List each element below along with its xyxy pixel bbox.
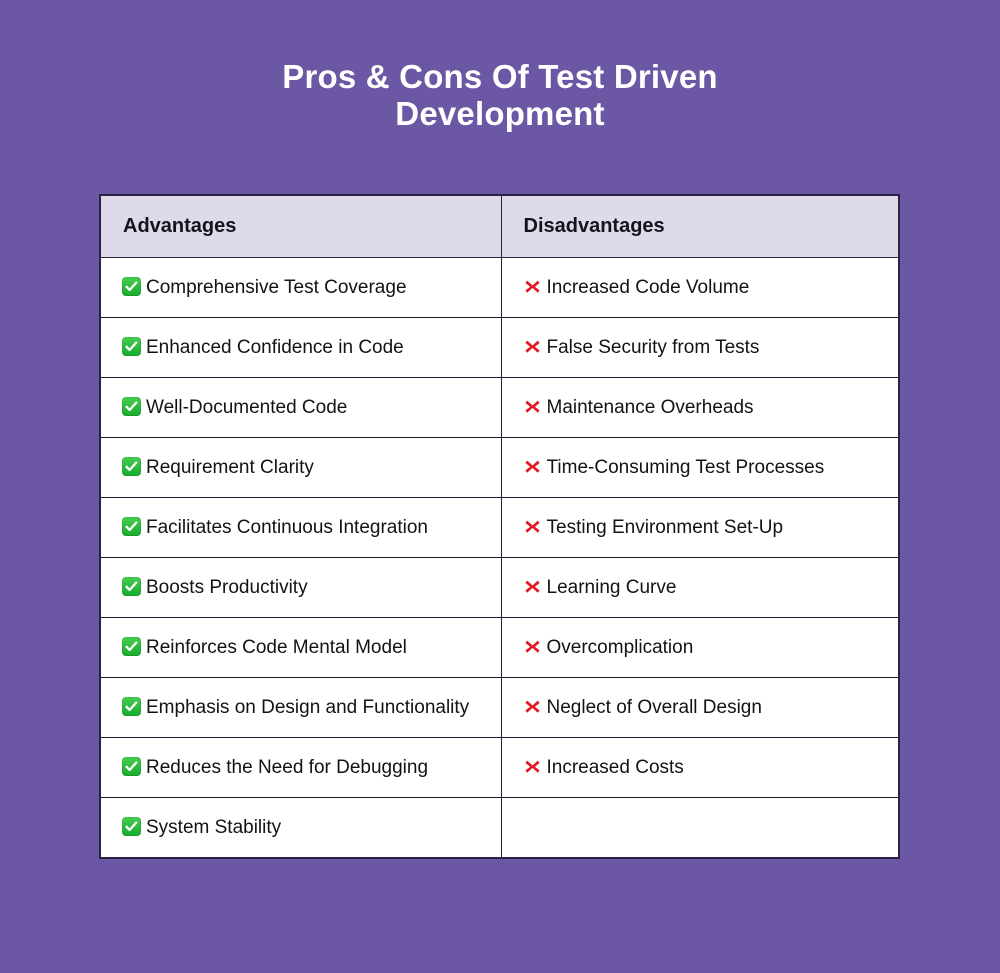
cell-content: Testing Environment Set-Up [523,510,885,545]
cell-label: Testing Environment Set-Up [546,517,784,538]
table-cell-advantages: Well-Documented Code [101,377,502,438]
table-cell-disadvantages: Learning Curve [501,557,898,618]
cell-content: Learning Curve [523,570,885,605]
table-header: Advantages Disadvantages [101,196,898,258]
table-row: System Stability [101,797,898,857]
cell-label: Increased Costs [546,757,684,778]
cell-content: Increased Code Volume [523,270,885,305]
cross-icon [523,397,542,416]
table-cell-advantages: Requirement Clarity [101,437,502,498]
check-icon [122,337,141,356]
cell-label: Boosts Productivity [146,577,308,598]
check-icon [122,517,141,536]
cell-content: Requirement Clarity [122,450,487,485]
table-row: Comprehensive Test Coverage Increased Cod… [101,257,898,318]
infographic-page: Pros & Cons Of Test Driven Development A… [0,0,1000,973]
table-cell-disadvantages: Testing Environment Set-Up [501,497,898,558]
cross-icon [523,457,542,476]
table-cell-advantages: Enhanced Confidence in Code [101,317,502,378]
table-row: Enhanced Confidence in Code False Securit… [101,317,898,378]
table-cell-disadvantages: Maintenance Overheads [501,377,898,438]
table-cell-advantages: System Stability [101,797,502,857]
cell-content: Emphasis on Design and Functionality [122,690,487,725]
table-cell-disadvantages: False Security from Tests [501,317,898,378]
check-icon [122,757,141,776]
cell-label: Well-Documented Code [146,397,348,418]
table-cell-advantages: Reduces the Need for Debugging [101,737,502,798]
table-row: Reinforces Code Mental Model Overcomplica… [101,617,898,678]
table-row: Requirement Clarity Time-Consuming Test P… [101,437,898,498]
check-icon [122,457,141,476]
check-icon [122,697,141,716]
table-body: Comprehensive Test Coverage Increased Cod… [101,257,898,857]
cell-label: Comprehensive Test Coverage [146,277,407,298]
check-icon [122,637,141,656]
table-row: Reduces the Need for Debugging Increased … [101,737,898,798]
table-cell-advantages: Boosts Productivity [101,557,502,618]
cell-label: Facilitates Continuous Integration [146,517,428,538]
cell-content: Maintenance Overheads [523,390,885,425]
table-row: Well-Documented Code Maintenance Overhead… [101,377,898,438]
cell-content: System Stability [122,810,487,845]
cell-label: System Stability [146,817,282,838]
check-icon [122,277,141,296]
cell-label: Overcomplication [546,637,694,658]
cell-label: Reinforces Code Mental Model [146,637,407,658]
cell-label: Time-Consuming Test Processes [546,457,825,478]
check-icon [122,817,141,836]
table-row: Facilitates Continuous Integration Testin… [101,497,898,558]
table-row: Boosts Productivity Learning Curve [101,557,898,618]
cell-label: Learning Curve [546,577,677,598]
cross-icon [523,637,542,656]
cell-content: Reduces the Need for Debugging [122,750,487,785]
table-cell-disadvantages: Increased Costs [501,737,898,798]
cell-label: False Security from Tests [546,337,760,358]
cell-content: Enhanced Confidence in Code [122,330,487,365]
pros-cons-table-container: Advantages Disadvantages Comprehensive T… [99,194,900,859]
table-cell-disadvantages: Neglect of Overall Design [501,677,898,738]
pros-cons-table: Advantages Disadvantages Comprehensive T… [101,196,898,857]
cell-label: Increased Code Volume [546,277,750,298]
cell-content: False Security from Tests [523,330,885,365]
cell-content [523,810,885,832]
cell-content: Time-Consuming Test Processes [523,450,885,485]
cell-content: Neglect of Overall Design [523,690,885,725]
cross-icon [523,517,542,536]
table-cell-disadvantages [501,797,898,857]
page-title: Pros & Cons Of Test Driven Development [282,58,718,132]
cell-content: Facilitates Continuous Integration [122,510,487,545]
cell-label: Emphasis on Design and Functionality [146,697,470,718]
cell-content: Increased Costs [523,750,885,785]
cross-icon [523,277,542,296]
cell-label: Reduces the Need for Debugging [146,757,429,778]
table-cell-advantages: Facilitates Continuous Integration [101,497,502,558]
check-icon [122,577,141,596]
table-header-row: Advantages Disadvantages [101,196,898,258]
cell-content: Comprehensive Test Coverage [122,270,487,305]
cell-content: Well-Documented Code [122,390,487,425]
cross-icon [523,697,542,716]
cell-label: Requirement Clarity [146,457,314,478]
cross-icon [523,577,542,596]
cell-label: Maintenance Overheads [546,397,754,418]
check-icon [122,397,141,416]
table-cell-advantages: Comprehensive Test Coverage [101,257,502,318]
cross-icon [523,757,542,776]
column-header-advantages: Advantages [101,196,502,258]
table-cell-disadvantages: Time-Consuming Test Processes [501,437,898,498]
table-cell-disadvantages: Overcomplication [501,617,898,678]
cell-content: Boosts Productivity [122,570,487,605]
table-cell-advantages: Emphasis on Design and Functionality [101,677,502,738]
cell-label: Enhanced Confidence in Code [146,337,404,358]
cross-icon [523,337,542,356]
cell-content: Overcomplication [523,630,885,665]
cell-content: Reinforces Code Mental Model [122,630,487,665]
column-header-disadvantages: Disadvantages [501,196,898,258]
table-cell-disadvantages: Increased Code Volume [501,257,898,318]
table-cell-advantages: Reinforces Code Mental Model [101,617,502,678]
cell-label: Neglect of Overall Design [546,697,762,718]
table-row: Emphasis on Design and Functionality Negl… [101,677,898,738]
